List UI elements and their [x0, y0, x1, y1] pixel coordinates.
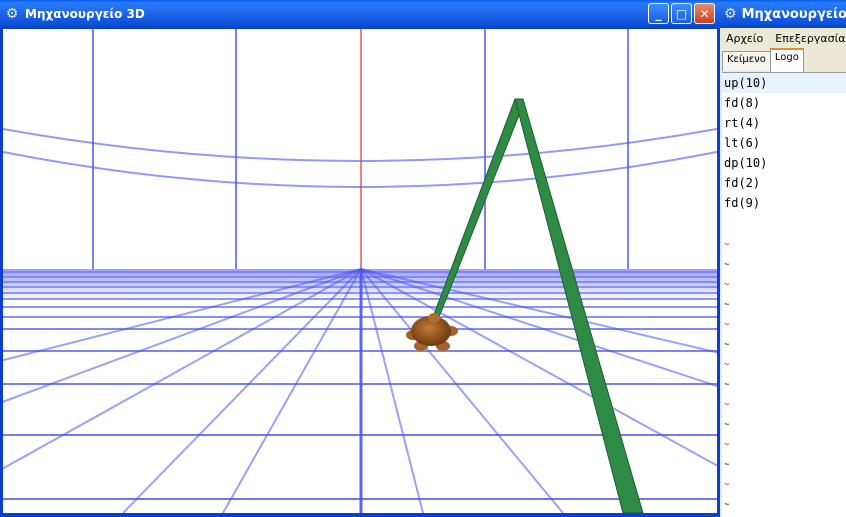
code-editor[interactable]: up(10) fd(8) rt(4) lt(6) dp(10) fd(2) fd… — [722, 72, 846, 517]
empty-line-marker: ~ — [724, 260, 730, 270]
maximize-button[interactable]: □ — [671, 3, 692, 24]
tab-text[interactable]: Κείμενο — [722, 51, 771, 71]
close-button[interactable]: ✕ — [694, 3, 715, 24]
menu-bar: Αρχείο Επεξεργασία A — [720, 28, 846, 48]
code-line[interactable]: lt(6) — [722, 133, 846, 153]
code-line[interactable]: fd(9) — [722, 193, 846, 213]
empty-line-marker: ~ — [724, 320, 730, 330]
tab-strip: Κείμενο Logo — [722, 48, 804, 72]
code-line[interactable]: fd(2) — [722, 173, 846, 193]
empty-line-marker: ~ — [724, 440, 730, 450]
empty-line-marker: ~ — [724, 340, 730, 350]
gear-icon: ⚙ — [724, 6, 737, 22]
3d-scene — [3, 29, 717, 513]
grid-line — [3, 268, 362, 470]
minimize-button[interactable]: _ — [648, 3, 669, 24]
empty-line-marker: ~ — [724, 480, 730, 490]
window-titlebar-3d[interactable]: ⚙ Μηχανουργείο 3D _ □ ✕ — [0, 0, 720, 28]
empty-line-marker: ~ — [724, 400, 730, 410]
tab-logo[interactable]: Logo — [769, 48, 804, 72]
empty-line-marker: ~ — [724, 420, 730, 430]
empty-lines: ~ ~ ~ ~ ~ ~ ~ ~ ~ ~ ~ ~ ~ ~ — [722, 235, 846, 515]
grid-line — [222, 268, 362, 513]
gear-icon: ⚙ — [5, 6, 19, 22]
window-title-logo: Μηχανουργείο: — [741, 6, 846, 22]
window-titlebar-logo[interactable]: ⚙ Μηχανουργείο: — [720, 0, 846, 28]
3d-viewport[interactable] — [3, 29, 717, 513]
empty-line-marker: ~ — [724, 460, 730, 470]
code-line[interactable]: rt(4) — [722, 113, 846, 133]
empty-line-marker: ~ — [724, 240, 730, 250]
window-title-3d: Μηχανουργείο 3D — [25, 7, 145, 21]
grid-line — [3, 268, 362, 362]
grid-line — [122, 268, 362, 513]
code-line[interactable]: fd(8) — [722, 93, 846, 113]
empty-line-marker: ~ — [724, 300, 730, 310]
grid-line — [3, 268, 362, 403]
menu-file[interactable]: Αρχείο — [720, 32, 769, 45]
empty-line-marker: ~ — [724, 500, 730, 510]
empty-line-marker: ~ — [724, 280, 730, 290]
code-line[interactable]: dp(10) — [722, 153, 846, 173]
code-line[interactable]: up(10) — [722, 73, 846, 93]
machine-3d-window: ⚙ Μηχανουργείο 3D _ □ ✕ — [0, 0, 720, 517]
horizon-glow — [3, 269, 717, 301]
empty-line-marker: ~ — [724, 360, 730, 370]
empty-line-marker: ~ — [724, 380, 730, 390]
logo-editor-window: ⚙ Μηχανουργείο: Αρχείο Επεξεργασία A Κεί… — [720, 0, 846, 517]
menu-edit[interactable]: Επεξεργασία — [769, 32, 846, 45]
